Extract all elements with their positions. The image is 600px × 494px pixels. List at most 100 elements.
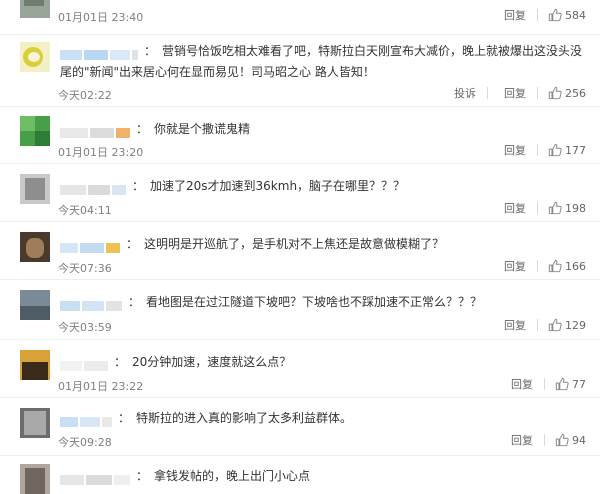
comment-time: 今天04:11 xyxy=(58,204,112,217)
like-button[interactable]: 198 xyxy=(548,201,586,215)
username-redacted[interactable] xyxy=(60,413,114,427)
comment-item: ： 20分钟加速，速度就这么点？ 01月01日 23:22 回复 77 xyxy=(0,340,600,398)
comment-body: ： 拿钱发帖的，晚上出门小心点 xyxy=(60,466,588,487)
comment-text: 20分钟加速，速度就这么点？ xyxy=(132,355,292,369)
comment-text: 这明明是开巡航了，是手机对不上焦还是故意做模糊了？ xyxy=(144,237,445,251)
comment-body: ： 20分钟加速，速度就这么点？ xyxy=(60,352,588,373)
divider xyxy=(487,87,488,99)
like-button[interactable]: 129 xyxy=(548,318,586,332)
avatar[interactable] xyxy=(20,174,50,204)
thumbs-up-icon xyxy=(548,86,562,100)
colon-separator: ： xyxy=(126,237,139,251)
like-button[interactable]: 177 xyxy=(548,143,586,157)
reply-button[interactable]: 回复 xyxy=(511,376,533,392)
thumbs-up-icon xyxy=(555,377,569,391)
like-count: 198 xyxy=(565,201,586,215)
username-redacted[interactable] xyxy=(60,471,132,485)
colon-separator: ： xyxy=(144,44,157,58)
avatar[interactable] xyxy=(20,0,50,18)
comment-time: 今天07:36 xyxy=(58,262,112,275)
like-count: 77 xyxy=(572,377,586,391)
colon-separator: ： xyxy=(136,469,149,483)
comment-item: ： 这明明是开巡航了，是手机对不上焦还是故意做模糊了？ 今天07:36 回复 16… xyxy=(0,222,600,280)
reply-button[interactable]: 回复 xyxy=(511,432,533,448)
thumbs-up-icon xyxy=(548,201,562,215)
divider xyxy=(537,202,538,214)
comment-text: 拿钱发帖的，晚上出门小心点 xyxy=(154,469,311,483)
comment-body: ：营销号恰饭吃相太难看了吧，特斯拉白天刚宣布大减价，晚上就被爆出这没头没尾的"新… xyxy=(60,41,588,83)
comment-body: ： 看地图是在过江隧道下坡吧？下坡啥也不踩加速不正常么？？？ xyxy=(60,292,588,313)
username-redacted[interactable] xyxy=(60,124,132,138)
avatar[interactable] xyxy=(20,408,50,438)
comment-item: 01月01日 23:40 回复 584 xyxy=(0,0,600,35)
like-button[interactable]: 584 xyxy=(548,8,586,22)
divider xyxy=(544,378,545,390)
comment-body: ： 加速了20s才加速到36kmh，脑子在哪里？？？ xyxy=(60,176,588,197)
like-button[interactable]: 94 xyxy=(555,433,586,447)
reply-button[interactable]: 回复 xyxy=(504,317,526,333)
thumbs-up-icon xyxy=(548,8,562,22)
like-count: 584 xyxy=(565,8,586,22)
reply-button[interactable]: 回复 xyxy=(504,200,526,216)
avatar[interactable] xyxy=(20,116,50,146)
reply-button[interactable]: 回复 xyxy=(504,258,526,274)
thumbs-up-icon xyxy=(548,143,562,157)
divider xyxy=(544,434,545,446)
like-count: 256 xyxy=(565,86,586,100)
comment-item: ： 你就是个撒谎鬼精 01月01日 23:20 回复 177 xyxy=(0,107,600,164)
report-button[interactable]: 投诉 xyxy=(454,85,476,101)
comment-text: 特斯拉的进入真的影响了太多利益群体。 xyxy=(136,411,353,425)
like-button[interactable]: 256 xyxy=(548,86,586,100)
comment-item: ：营销号恰饭吃相太难看了吧，特斯拉白天刚宣布大减价，晚上就被爆出这没头没尾的"新… xyxy=(0,35,600,107)
like-button[interactable]: 166 xyxy=(548,259,586,273)
comment-actions: 回复 77 xyxy=(495,376,586,392)
colon-separator: ： xyxy=(136,122,149,136)
reply-button[interactable]: 回复 xyxy=(504,7,526,23)
comment-time: 01月01日 23:40 xyxy=(58,11,144,24)
avatar[interactable] xyxy=(20,350,50,380)
comment-item: ： 看地图是在过江隧道下坡吧？下坡啥也不踩加速不正常么？？？ 今天03:59 回复… xyxy=(0,280,600,340)
comment-item: ： 拿钱发帖的，晚上出门小心点 xyxy=(0,456,600,494)
colon-separator: ： xyxy=(118,411,131,425)
comment-time: 01月01日 23:20 xyxy=(58,146,144,159)
comment-time: 今天02:22 xyxy=(58,89,112,102)
username-redacted[interactable] xyxy=(60,357,110,371)
thumbs-up-icon xyxy=(548,259,562,273)
like-count: 94 xyxy=(572,433,586,447)
username-redacted[interactable] xyxy=(60,239,122,253)
divider xyxy=(537,260,538,272)
comment-item: ： 加速了20s才加速到36kmh，脑子在哪里？？？ 今天04:11 回复 198 xyxy=(0,164,600,222)
divider xyxy=(537,144,538,156)
comment-actions: 投诉 回复 256 xyxy=(438,85,586,101)
comment-actions: 回复 129 xyxy=(488,317,586,333)
avatar[interactable] xyxy=(20,464,50,494)
divider xyxy=(537,87,538,99)
colon-separator: ： xyxy=(132,179,145,193)
comment-text: 你就是个撒谎鬼精 xyxy=(154,122,251,136)
divider xyxy=(537,319,538,331)
divider xyxy=(537,9,538,21)
reply-button[interactable]: 回复 xyxy=(504,142,526,158)
reply-button[interactable]: 回复 xyxy=(504,85,526,101)
avatar[interactable] xyxy=(20,232,50,262)
comment-time: 今天09:28 xyxy=(58,436,112,449)
comment-actions: 回复 177 xyxy=(488,142,586,158)
comment-time: 01月01日 23:22 xyxy=(58,380,144,393)
thumbs-up-icon xyxy=(555,433,569,447)
avatar[interactable] xyxy=(20,42,50,72)
comment-body: ： 你就是个撒谎鬼精 xyxy=(60,119,588,140)
username-redacted[interactable] xyxy=(60,297,124,311)
comment-text: 加速了20s才加速到36kmh，脑子在哪里？？？ xyxy=(150,179,406,193)
username-redacted[interactable] xyxy=(60,181,128,195)
avatar[interactable] xyxy=(20,290,50,320)
username-redacted[interactable] xyxy=(60,46,140,60)
colon-separator: ： xyxy=(128,295,141,309)
like-button[interactable]: 77 xyxy=(555,377,586,391)
like-count: 166 xyxy=(565,259,586,273)
like-count: 129 xyxy=(565,318,586,332)
comment-actions: 回复 166 xyxy=(488,258,586,274)
comment-body: ： 特斯拉的进入真的影响了太多利益群体。 xyxy=(60,408,588,429)
like-count: 177 xyxy=(565,143,586,157)
comment-actions: 回复 198 xyxy=(488,200,586,216)
comment-item: ： 特斯拉的进入真的影响了太多利益群体。 今天09:28 回复 94 xyxy=(0,398,600,456)
